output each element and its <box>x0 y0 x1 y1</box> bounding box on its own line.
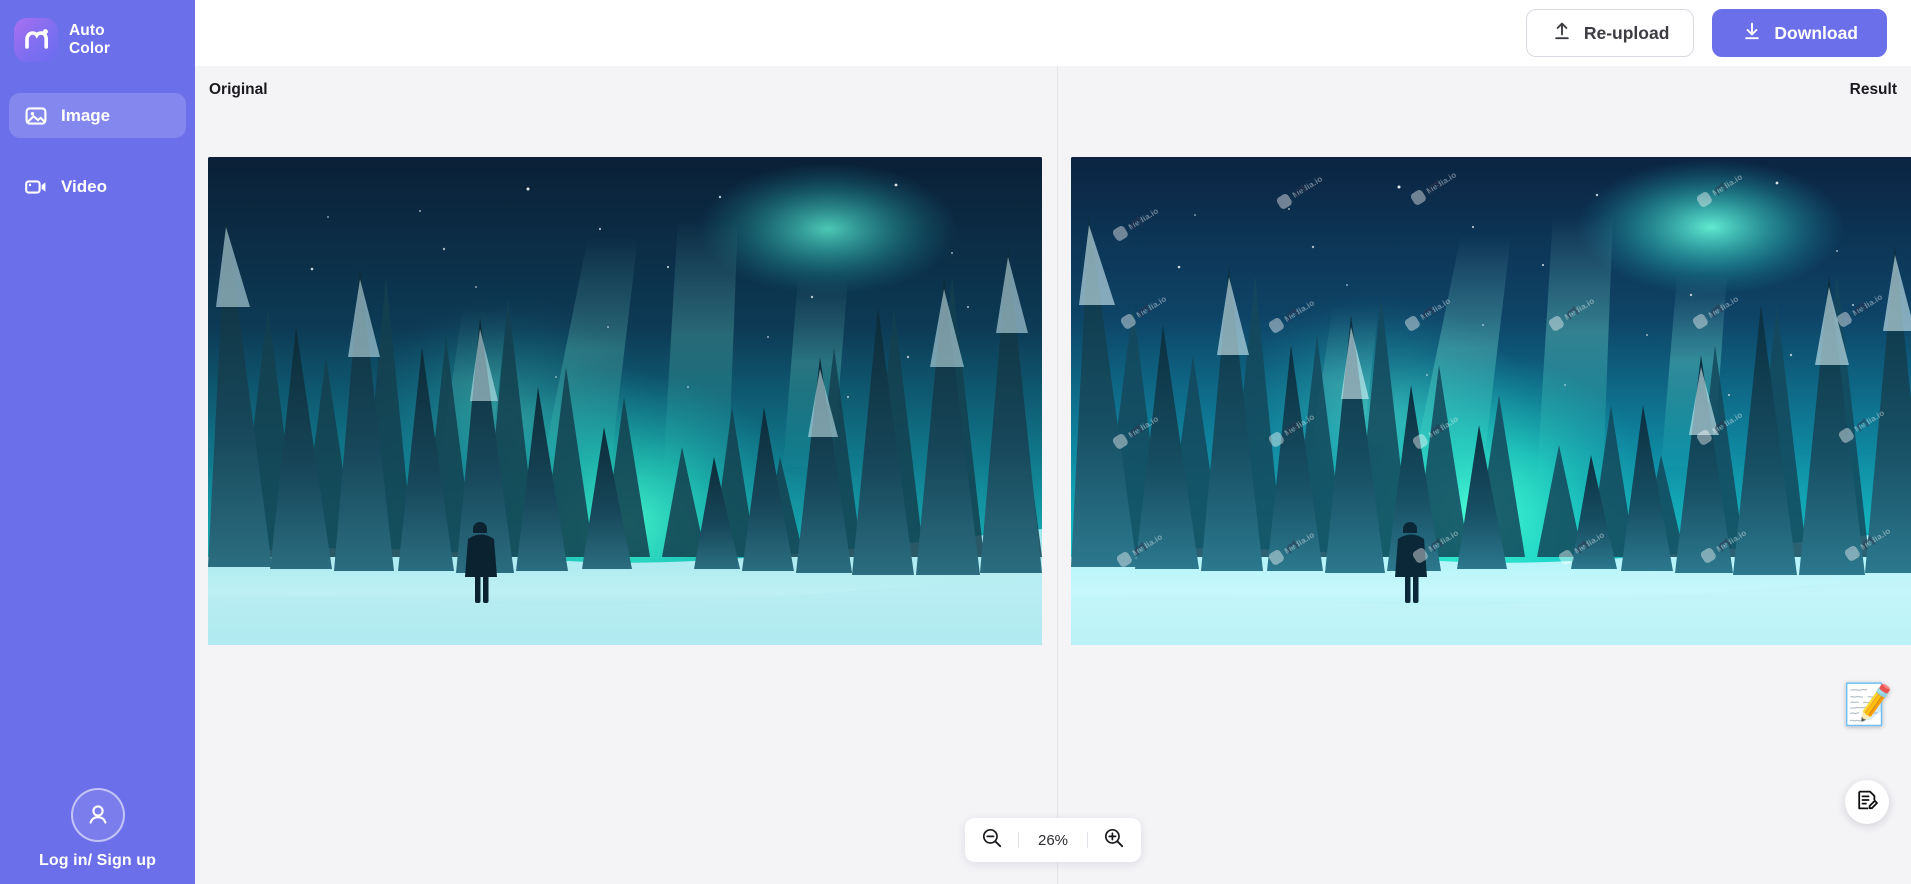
sidebar-item-label: Video <box>61 176 107 196</box>
zoom-in-button[interactable] <box>1101 827 1127 853</box>
zoom-level-value[interactable]: 26% <box>1032 832 1074 849</box>
download-label: Download <box>1774 22 1858 43</box>
memo-sticker-icon[interactable]: 📝 <box>1843 681 1893 729</box>
feedback-document-pencil-icon <box>1855 788 1879 817</box>
zoom-out-icon <box>981 827 1003 854</box>
compare-panes: Original Result Media.io Media.io Media.… <box>195 66 1911 884</box>
brand-name: Auto Color <box>69 21 110 57</box>
original-pane: Original <box>195 66 1057 884</box>
upload-icon <box>1551 20 1573 47</box>
zoom-controls: 26% <box>965 818 1141 862</box>
download-button[interactable]: Download <box>1712 9 1887 57</box>
result-pane: Result Media.io Media.io Media.io Media.… <box>1058 66 1911 884</box>
reupload-button[interactable]: Re-upload <box>1525 9 1695 57</box>
sidebar: Auto Color Image Video Log in/ Sign up <box>0 0 195 884</box>
result-canvas[interactable]: Media.io Media.io Media.io Media.io Medi… <box>1058 118 1911 884</box>
original-image[interactable] <box>208 157 1042 645</box>
main-area: Re-upload Download Original Result Media… <box>195 0 1911 884</box>
image-icon <box>23 103 48 128</box>
user-avatar-icon <box>70 788 125 842</box>
mediaio-m-logo-icon <box>14 18 58 62</box>
reupload-label: Re-upload <box>1583 22 1670 43</box>
result-image[interactable]: Media.io Media.io Media.io Media.io Medi… <box>1071 157 1911 645</box>
video-camera-icon <box>23 174 48 199</box>
sidebar-nav: Image Video <box>0 93 195 235</box>
sidebar-item-image[interactable]: Image <box>9 93 186 138</box>
original-pane-title: Original <box>209 81 268 98</box>
brand[interactable]: Auto Color <box>0 0 195 62</box>
original-canvas[interactable] <box>195 118 1057 884</box>
zoom-separator <box>1087 832 1088 848</box>
aurora-scene-enhanced: Media.io Media.io Media.io Media.io Medi… <box>1071 157 1911 645</box>
download-icon <box>1741 20 1763 47</box>
zoom-in-icon <box>1103 827 1125 854</box>
sidebar-item-video[interactable]: Video <box>9 164 186 209</box>
sidebar-item-label: Image <box>61 105 111 125</box>
account-login-label: Log in/ Sign up <box>38 852 157 869</box>
account-login-button[interactable]: Log in/ Sign up <box>0 788 195 870</box>
aurora-scene <box>208 157 1042 645</box>
top-toolbar: Re-upload Download <box>195 0 1911 66</box>
result-pane-title: Result <box>1849 81 1897 98</box>
zoom-out-button[interactable] <box>979 827 1005 853</box>
feedback-button[interactable] <box>1845 780 1889 824</box>
zoom-separator <box>1018 832 1019 848</box>
